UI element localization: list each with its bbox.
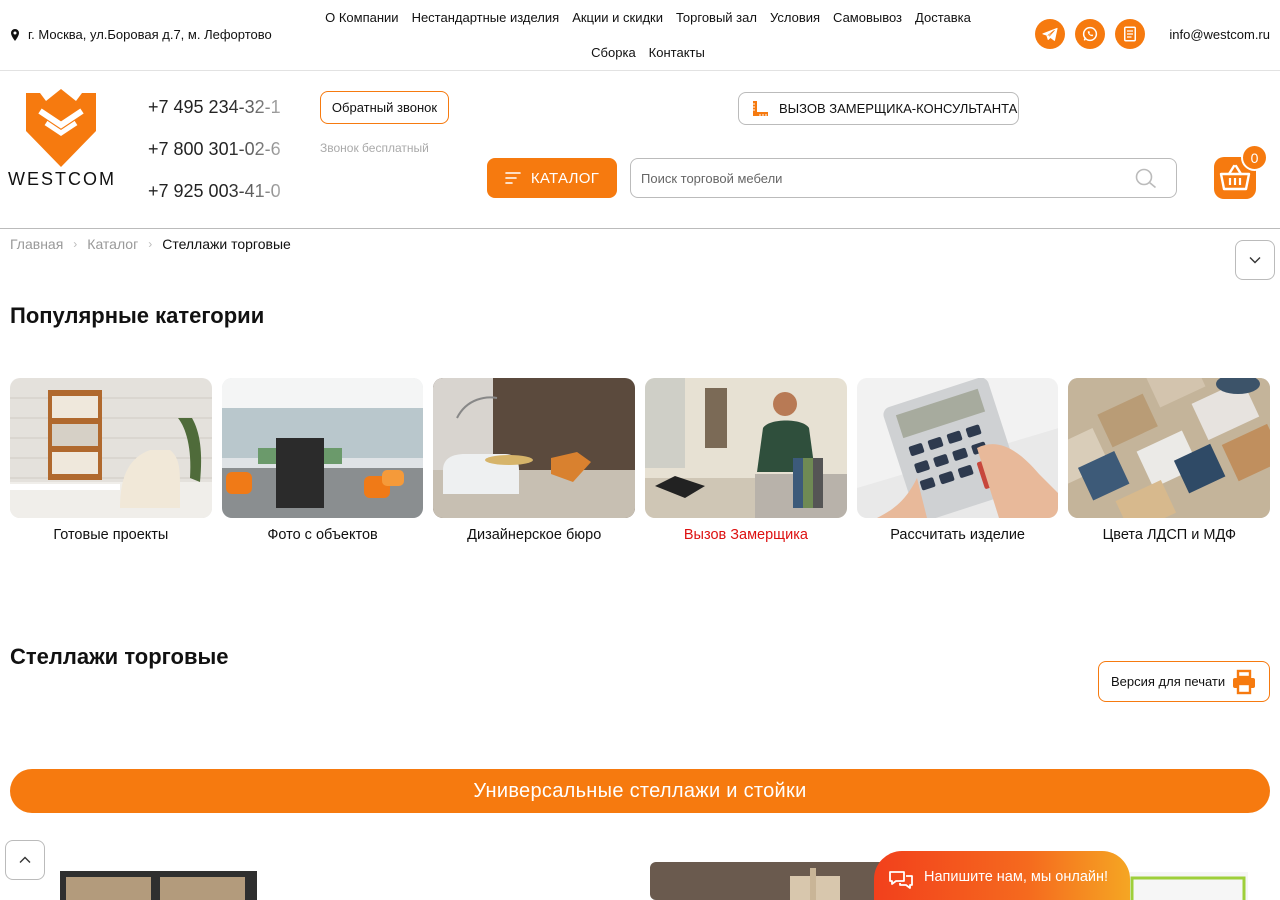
category-label: Вызов Замерщика: [683, 527, 808, 543]
nav-delivery[interactable]: Доставка: [909, 0, 978, 35]
search-box: [630, 158, 1177, 198]
print-version-label: Версия для печати: [1111, 674, 1226, 689]
search-input[interactable]: [641, 159, 1121, 197]
breadcrumb-home[interactable]: Главная: [10, 236, 63, 252]
printer-icon: [1233, 669, 1255, 695]
category-banner[interactable]: Универсальные стеллажи и стойки: [10, 769, 1270, 813]
category-image: [10, 378, 212, 518]
popular-categories-title: Популярные категории: [10, 303, 265, 328]
category-image: [645, 378, 847, 518]
phone-2[interactable]: +7 800 301-02-6: [148, 137, 294, 179]
whatsapp-button[interactable]: [1075, 19, 1105, 49]
chat-bubbles-icon: [889, 871, 913, 889]
phone-1[interactable]: +7 495 234-32-1: [148, 95, 294, 137]
call-measurer-button[interactable]: ВЫЗОВ ЗАМЕРЩИКА-КОНСУЛЬТАНТА: [738, 92, 1019, 125]
category-label: Цвета ЛДСП и МДФ: [1102, 527, 1236, 543]
nav-assembly[interactable]: Сборка: [585, 35, 643, 70]
nav-custom-products[interactable]: Нестандартные изделия: [405, 0, 566, 35]
logo[interactable]: WESTCOM: [8, 89, 116, 190]
page-title: Стеллажи торговые: [10, 644, 229, 669]
nav-showroom[interactable]: Торговый зал: [669, 0, 763, 35]
ruler-icon: [753, 100, 768, 116]
product-image[interactable]: [1128, 872, 1248, 900]
chevron-right-icon: ›: [73, 237, 78, 251]
catalog-button[interactable]: КАТАЛОГ: [487, 158, 617, 198]
nav-promotions[interactable]: Акции и скидки: [566, 0, 670, 35]
category-label: Готовые проекты: [53, 527, 169, 543]
chat-widget-button[interactable]: Напишите нам, мы онлайн!: [874, 851, 1130, 900]
chevron-right-icon: ›: [148, 237, 153, 251]
telegram-button[interactable]: [1035, 19, 1065, 49]
logo-emblem-icon: [26, 89, 96, 167]
phone-list: +7 495 234-32-1 +7 800 301-02-6 +7 925 0…: [148, 95, 294, 221]
call-measurer-label: ВЫЗОВ ЗАМЕРЩИКА-КОНСУЛЬТАНТА: [779, 101, 1018, 116]
category-image: [433, 378, 636, 518]
location-pin-icon: [11, 28, 19, 41]
breadcrumb-catalog[interactable]: Каталог: [87, 236, 138, 252]
phone-3[interactable]: +7 925 003-41-0: [148, 179, 294, 221]
category-card-call-measurer[interactable]: Вызов Замерщика: [645, 378, 847, 543]
chat-label: Напишите нам, мы онлайн!: [924, 869, 1109, 885]
expand-button[interactable]: [1235, 240, 1275, 280]
nav-about[interactable]: О Компании: [319, 0, 405, 35]
breadcrumb: Главная › Каталог › Стеллажи торговые: [10, 236, 291, 252]
address: г. Москва, ул.Боровая д.7, м. Лефортово: [10, 27, 272, 42]
chevron-down-icon: [1249, 257, 1261, 264]
search-icon[interactable]: [1134, 167, 1158, 191]
category-image: [1068, 378, 1271, 518]
category-image: [221, 378, 424, 518]
social-links: [1035, 19, 1145, 49]
document-icon: [1124, 26, 1136, 42]
category-card-calculate-product[interactable]: Рассчитать изделие: [856, 378, 1059, 543]
free-call-note: Звонок бесплатный: [320, 141, 429, 155]
whatsapp-icon: [1082, 26, 1098, 42]
telegram-icon: [1042, 27, 1058, 41]
category-card-object-photos[interactable]: Фото с объектов: [221, 378, 424, 543]
callback-button[interactable]: Обратный звонок: [320, 91, 449, 124]
popular-categories-list: Готовые проекты Фото с объектов Дизайнер…: [10, 378, 1271, 543]
chevron-up-icon: [19, 856, 31, 863]
category-label: Фото с объектов: [267, 527, 378, 543]
category-card-design-bureau[interactable]: Дизайнерское бюро: [433, 378, 636, 543]
nav-terms[interactable]: Условия: [763, 0, 826, 35]
top-bar: г. Москва, ул.Боровая д.7, м. Лефортово …: [0, 0, 1280, 71]
category-image: [856, 378, 1059, 518]
cart-count-badge: 0: [1241, 144, 1268, 171]
nav-pickup[interactable]: Самовывоз: [827, 0, 909, 35]
email-link[interactable]: info@westcom.ru: [1169, 27, 1270, 42]
catalog-label: КАТАЛОГ: [530, 169, 600, 187]
header: WESTCOM +7 495 234-32-1 +7 800 301-02-6 …: [0, 71, 1280, 229]
address-text: г. Москва, ул.Боровая д.7, м. Лефортово: [28, 27, 272, 42]
top-navigation: О Компании Нестандартные изделия Акции и…: [290, 0, 1006, 70]
breadcrumb-current: Стеллажи торговые: [162, 236, 291, 252]
category-card-colors-ldsp-mdf[interactable]: Цвета ЛДСП и МДФ: [1068, 378, 1271, 543]
category-label: Дизайнерское бюро: [467, 527, 602, 543]
product-image[interactable]: [60, 871, 257, 900]
nav-contacts[interactable]: Контакты: [642, 35, 711, 70]
print-version-button[interactable]: Версия для печати: [1098, 661, 1270, 702]
menu-lines-icon: [505, 172, 521, 184]
product-image[interactable]: [650, 862, 890, 900]
category-card-ready-projects[interactable]: Готовые проекты: [10, 378, 212, 543]
logo-text: WESTCOM: [8, 169, 116, 189]
scroll-to-top-button[interactable]: [5, 840, 45, 880]
catalog-doc-button[interactable]: [1115, 19, 1145, 49]
category-label: Рассчитать изделие: [890, 527, 1025, 543]
